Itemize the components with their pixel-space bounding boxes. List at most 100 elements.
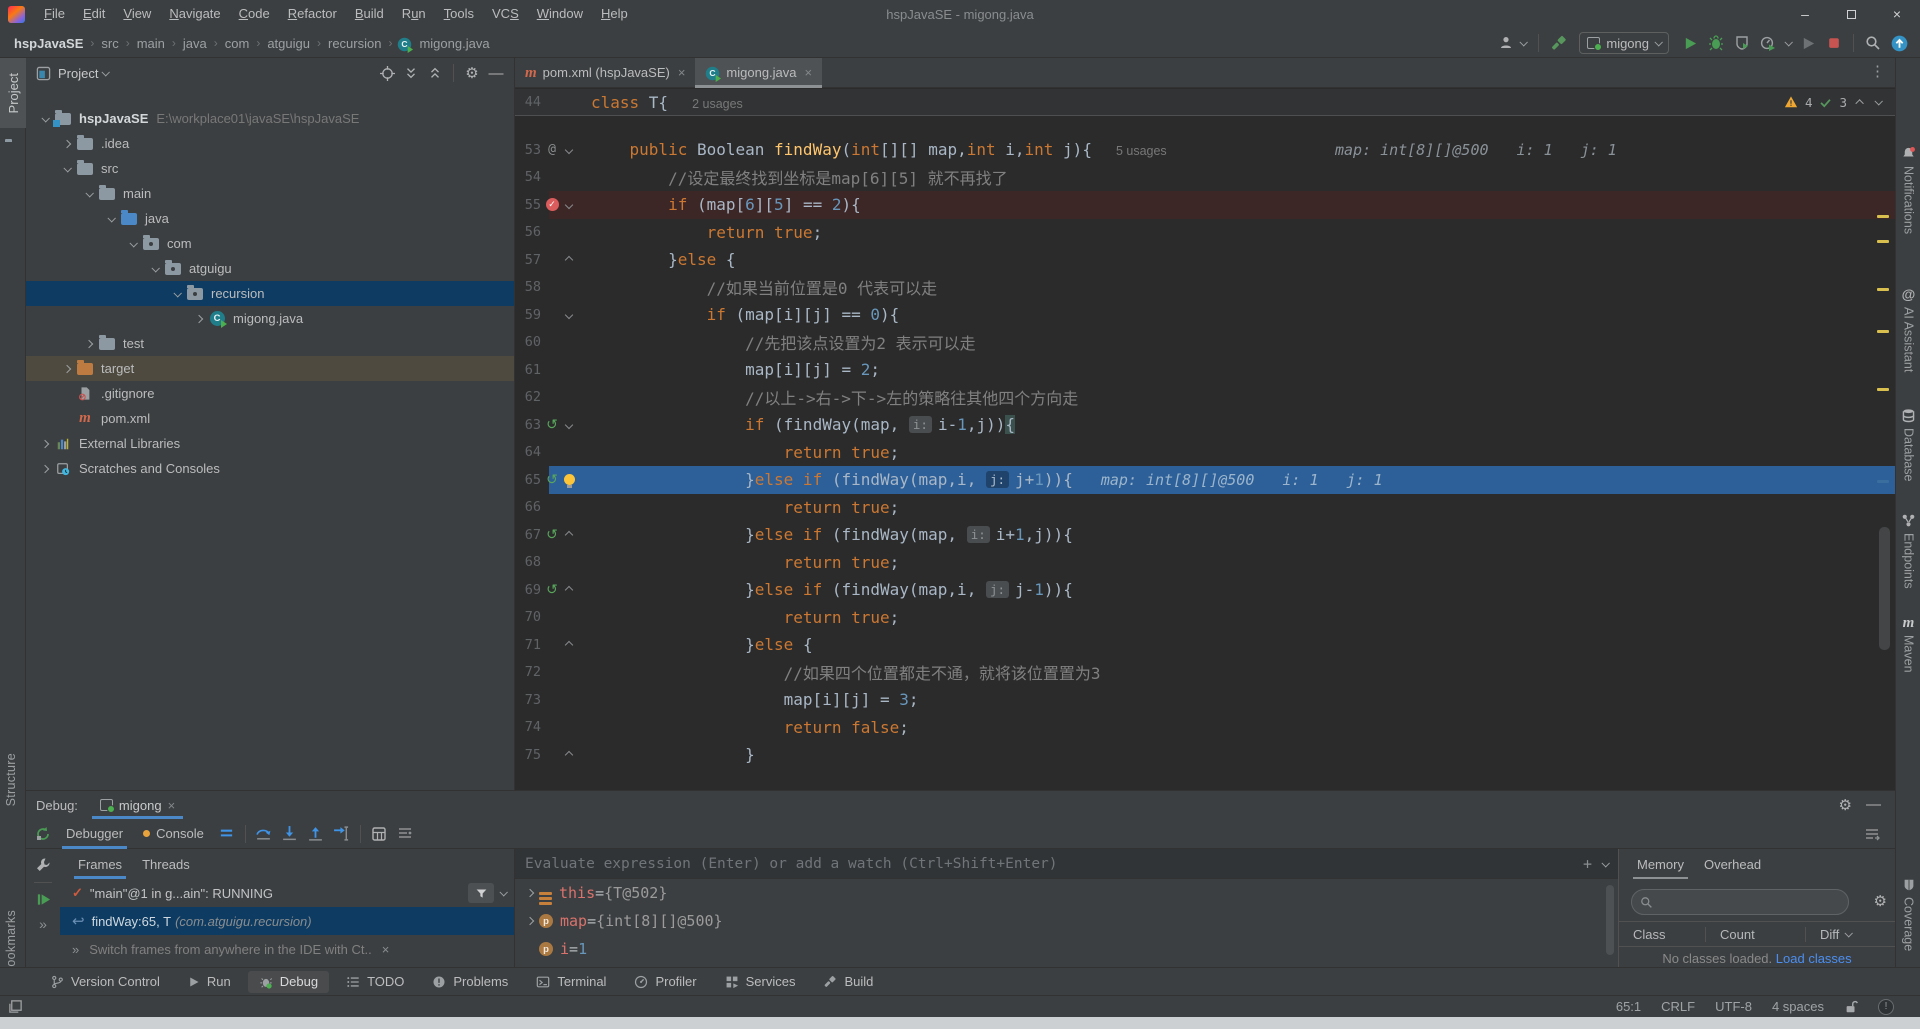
menu-tools[interactable]: Tools <box>435 0 483 28</box>
tree-item-scratches-and-consoles[interactable]: Scratches and Consoles <box>26 456 514 481</box>
fold-slot[interactable] <box>561 532 577 538</box>
minimize-button[interactable]: – <box>1782 0 1828 28</box>
status-line-separator[interactable]: CRLF <box>1661 999 1695 1014</box>
layout-settings-icon[interactable] <box>214 822 240 846</box>
tree-expand-toggle[interactable] <box>36 441 53 447</box>
thread-filter[interactable] <box>468 883 506 903</box>
menu-help[interactable]: Help <box>592 0 637 28</box>
tree-expand-toggle[interactable] <box>168 291 185 297</box>
line-number[interactable]: 63 <box>515 417 541 433</box>
memory-search-input[interactable] <box>1631 889 1849 915</box>
restore-layout-icon[interactable] <box>392 822 418 846</box>
memory-tab-overhead[interactable]: Overhead <box>1694 849 1771 879</box>
tree-item-test[interactable]: test <box>26 331 514 356</box>
line-number[interactable]: 75 <box>515 747 541 763</box>
tool-tab-endpoints[interactable]: Endpoints <box>1896 513 1920 589</box>
select-opened-file-icon[interactable] <box>375 62 399 84</box>
run-to-cursor-icon[interactable] <box>329 822 355 846</box>
breakpoint-icon[interactable]: ✓ <box>546 198 559 211</box>
thread-row[interactable]: ✓ "main"@1 in g...ain": RUNNING <box>60 879 514 907</box>
unlock-icon[interactable] <box>1844 1000 1858 1014</box>
line-number[interactable]: 65 <box>515 472 541 488</box>
memory-header-class[interactable]: Class <box>1619 927 1705 942</box>
tool-button-todo[interactable]: TODO <box>335 971 415 993</box>
status-caret-position[interactable]: 65:1 <box>1616 999 1641 1014</box>
fold-marker-icon[interactable] <box>565 256 573 264</box>
tree-expand-toggle[interactable] <box>102 216 119 222</box>
run-button[interactable] <box>1677 31 1703 55</box>
line-number[interactable]: 70 <box>515 609 541 625</box>
line-number[interactable]: 73 <box>515 692 541 708</box>
menu-file[interactable]: File <box>35 0 74 28</box>
tool-button-run[interactable]: Run <box>177 971 242 993</box>
fold-slot[interactable] <box>561 752 577 758</box>
line-number[interactable]: 54 <box>515 169 541 185</box>
tree-expand-toggle[interactable] <box>58 141 75 147</box>
fold-marker-icon[interactable] <box>565 421 573 429</box>
debug-tab-console[interactable]: Console <box>133 819 214 849</box>
memory-tab-memory[interactable]: Memory <box>1627 849 1694 879</box>
variables-scrollbar[interactable] <box>1606 885 1614 955</box>
tree-item--idea[interactable]: .idea <box>26 131 514 156</box>
filter-funnel-icon[interactable] <box>468 883 494 903</box>
line-number[interactable]: 66 <box>515 499 541 515</box>
tree-expand-toggle[interactable] <box>80 341 97 347</box>
usages-hint[interactable]: 2 usages <box>692 97 743 111</box>
tree-expand-toggle[interactable] <box>80 191 97 197</box>
tree-item-src[interactable]: src <box>26 156 514 181</box>
line-number[interactable]: 53 <box>515 142 541 158</box>
warning-stripe-mark[interactable] <box>1877 215 1889 218</box>
load-classes-link[interactable]: Load classes <box>1776 951 1852 966</box>
line-number[interactable]: 68 <box>515 554 541 570</box>
profiler-button[interactable] <box>1755 31 1781 55</box>
breadcrumb-item[interactable]: src <box>99 36 120 51</box>
breadcrumb-item[interactable]: com <box>223 36 252 51</box>
add-watch-icon[interactable]: + <box>1583 855 1592 873</box>
variable-expand-toggle[interactable] <box>521 890 539 896</box>
tree-item-com[interactable]: com <box>26 231 514 256</box>
ide-update-icon[interactable] <box>1886 31 1912 55</box>
line-number[interactable]: 69 <box>515 582 541 598</box>
menu-run[interactable]: Run <box>393 0 435 28</box>
run-configuration-select[interactable]: migong <box>1579 32 1669 54</box>
close-button[interactable]: × <box>1874 0 1920 28</box>
warning-count[interactable]: 4 <box>1805 95 1813 110</box>
breadcrumb-item[interactable]: recursion <box>326 36 383 51</box>
filter-dropdown-icon[interactable] <box>499 888 507 896</box>
debug-layout-options-icon[interactable] <box>1859 822 1885 846</box>
step-into-icon[interactable] <box>277 822 303 846</box>
menu-build[interactable]: Build <box>346 0 393 28</box>
fold-slot[interactable] <box>561 587 577 593</box>
editor-scrollbar[interactable] <box>1879 527 1890 650</box>
evaluate-dropdown-icon[interactable] <box>1601 859 1609 867</box>
warning-stripe-mark[interactable] <box>1877 388 1889 391</box>
search-everywhere-icon[interactable] <box>1860 31 1886 55</box>
profiler-dropdown-icon[interactable] <box>1784 38 1792 46</box>
build-hammer-icon[interactable] <box>1545 31 1571 55</box>
line-number[interactable]: 62 <box>515 389 541 405</box>
project-panel-title[interactable]: Project <box>58 66 98 81</box>
evaluate-expression-input[interactable]: Evaluate expression (Enter) or add a wat… <box>515 849 1618 879</box>
restore-button[interactable] <box>1828 0 1874 28</box>
memory-header-diff[interactable]: Diff <box>1805 927 1895 942</box>
line-number[interactable]: 72 <box>515 664 541 680</box>
user-dropdown-icon[interactable] <box>1520 38 1528 46</box>
variable-expand-toggle[interactable] <box>521 918 539 924</box>
project-view-dropdown-icon[interactable] <box>102 68 110 76</box>
fold-marker-icon[interactable] <box>565 641 573 649</box>
fold-slot[interactable] <box>561 474 577 485</box>
gutter-slot[interactable]: ↺ <box>543 527 561 543</box>
editor-tab-migong.java[interactable]: Cmigong.java× <box>695 58 822 87</box>
evaluate-expression-icon[interactable] <box>366 822 392 846</box>
tool-tab-project[interactable]: Project <box>0 58 26 128</box>
memory-header-count[interactable]: Count <box>1705 927 1805 942</box>
prev-problem-icon[interactable] <box>1855 99 1863 107</box>
hide-panel-icon[interactable]: — <box>484 62 508 84</box>
tree-item-pom-xml[interactable]: mpom.xml <box>26 406 514 431</box>
tree-expand-toggle[interactable] <box>36 116 53 122</box>
collapse-all-icon[interactable] <box>423 62 447 84</box>
breadcrumb-item[interactable]: atguigu <box>265 36 312 51</box>
variable-row-map[interactable]: pmap = {int[8][]@500} <box>515 907 1618 935</box>
warning-stripe-mark[interactable] <box>1877 330 1889 333</box>
tree-item-external-libraries[interactable]: External Libraries <box>26 431 514 456</box>
